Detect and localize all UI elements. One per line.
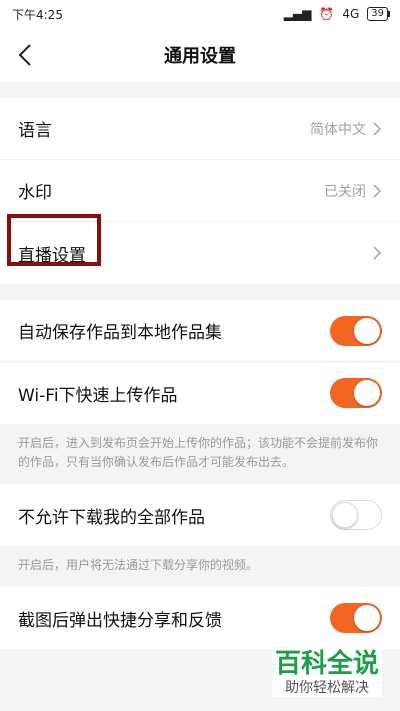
autosave-label: 自动保存作品到本地作品集 [18, 323, 222, 343]
chevron-right-icon [373, 121, 382, 136]
language-row[interactable]: 语言 简体中文 [0, 98, 400, 160]
live-settings-row[interactable]: 直播设置 [0, 222, 400, 284]
settings-group-2: 自动保存作品到本地作品集 Wi-Fi下快速上传作品 [0, 300, 400, 424]
back-icon[interactable] [12, 40, 42, 70]
status-icons: ▂▄▆ ⏰ 4G 39 [283, 7, 390, 21]
network-label: 4G [342, 7, 360, 21]
no-download-toggle[interactable] [330, 500, 382, 530]
wifi-upload-label: Wi-Fi下快速上传作品 [18, 385, 178, 406]
page-title: 通用设置 [164, 46, 236, 67]
settings-group-4: 截图后弹出快捷分享和反馈 [0, 587, 400, 649]
watermark-row[interactable]: 水印 已关闭 [0, 160, 400, 222]
chevron-right-icon [373, 183, 382, 198]
status-time: 下午4:25 [12, 7, 63, 22]
screenshot-share-toggle[interactable] [330, 603, 382, 633]
wifi-upload-row: Wi-Fi下快速上传作品 [0, 362, 400, 424]
autosave-toggle[interactable] [330, 315, 382, 346]
wifi-upload-note: 开启后，进入到发布页会开始上传你的作品；该功能不会提前发布你的作品，只有当你确认… [18, 436, 379, 469]
screenshot-share-label: 截图后弹出快捷分享和反馈 [18, 610, 222, 631]
watermark-logo-sub: 助你轻松解决 [285, 680, 369, 696]
language-value: 简体中文 [310, 121, 366, 138]
screenshot-share-row: 截图后弹出快捷分享和反馈 [0, 587, 400, 649]
watermark-label: 水印 [18, 183, 52, 203]
chevron-right-icon [373, 246, 382, 260]
live-settings-label: 直播设置 [18, 245, 86, 266]
header: 通用设置 [0, 28, 400, 82]
watermark-value: 已关闭 [324, 183, 366, 200]
signal-icon: ▂▄▆ [283, 7, 312, 21]
watermark-logo-main: 百科全说 [274, 649, 379, 679]
autosave-row: 自动保存作品到本地作品集 [0, 300, 400, 362]
watermark-logo: 百科全说 助你轻松解决 [272, 649, 382, 697]
language-label: 语言 [18, 121, 52, 141]
status-bar: 下午4:25 ▂▄▆ ⏰ 4G 39 [0, 0, 400, 28]
settings-group-1: 语言 简体中文 水印 已关闭 直播设置 [0, 98, 400, 284]
settings-group-3: 不允许下载我的全部作品 [0, 484, 400, 546]
alarm-icon: ⏰ [319, 7, 335, 21]
download-note: 开启后，用户将无法通过下载分享你的视频。 [18, 558, 259, 572]
wifi-upload-toggle[interactable] [330, 378, 382, 408]
no-download-row: 不允许下载我的全部作品 [0, 484, 400, 546]
no-download-label: 不允许下载我的全部作品 [18, 507, 205, 528]
battery-icon: 39 [367, 7, 390, 21]
